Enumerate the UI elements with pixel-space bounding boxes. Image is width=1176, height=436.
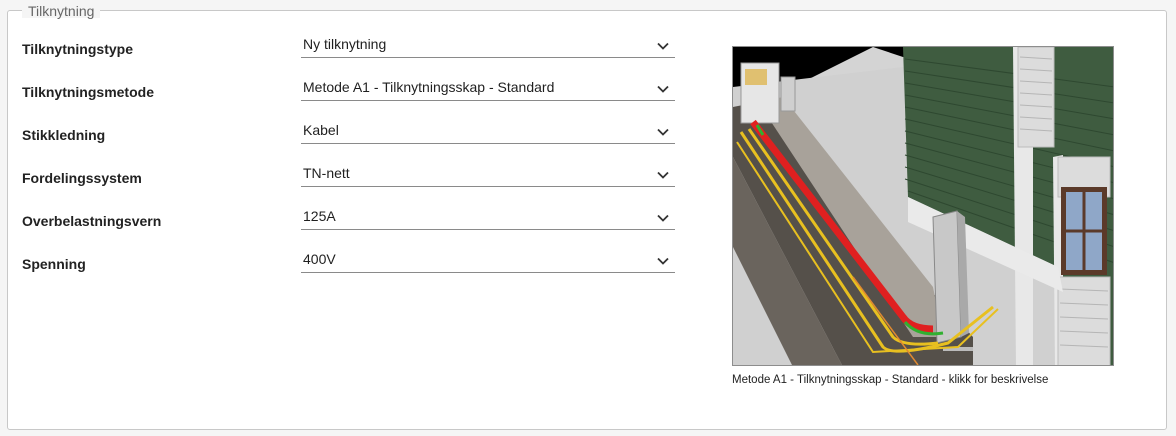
field-spenning: Spenning 400V: [22, 246, 682, 276]
stikkledning-select[interactable]: Kabel: [301, 117, 675, 144]
chevron-down-icon: [657, 42, 669, 50]
connection-method-illustration[interactable]: [732, 46, 1114, 366]
chevron-down-icon: [657, 85, 669, 93]
illustration-graphic: [733, 47, 1113, 365]
chevron-down-icon: [657, 128, 669, 136]
field-tilknytningsmetode: Tilknytningsmetode Metode A1 - Tilknytni…: [22, 74, 682, 104]
fordelingssystem-select[interactable]: TN-nett: [301, 160, 675, 187]
select-value: Ny tilknytning: [303, 36, 387, 52]
field-label: Tilknytningstype: [22, 41, 133, 57]
field-stikkledning: Stikkledning Kabel: [22, 117, 682, 147]
field-tilknytningstype: Tilknytningstype Ny tilknytning: [22, 31, 682, 61]
field-fordelingssystem: Fordelingssystem TN-nett: [22, 160, 682, 190]
select-value: Kabel: [303, 122, 339, 138]
tilknytningsmetode-select[interactable]: Metode A1 - Tilknytningsskap - Standard: [301, 74, 675, 101]
illustration-caption[interactable]: Metode A1 - Tilknytningsskap - Standard …: [732, 374, 1048, 386]
field-label: Overbelastningsvern: [22, 213, 162, 229]
select-value: 125A: [303, 208, 336, 224]
chevron-down-icon: [657, 257, 669, 265]
field-overbelastningsvern: Overbelastningsvern 125A: [22, 203, 682, 233]
chevron-down-icon: [657, 214, 669, 222]
spenning-select[interactable]: 400V: [301, 246, 675, 273]
tilknytning-section: Tilknytning Tilknytningstype Ny tilknytn…: [7, 4, 1167, 430]
field-label: Fordelingssystem: [22, 170, 142, 186]
overbelastningsvern-select[interactable]: 125A: [301, 203, 675, 230]
section-title: Tilknytning: [22, 4, 101, 18]
select-value: 400V: [303, 251, 336, 267]
field-label: Spenning: [22, 256, 86, 272]
select-value: TN-nett: [303, 165, 350, 181]
tilknytningstype-select[interactable]: Ny tilknytning: [301, 31, 675, 58]
field-label: Stikkledning: [22, 127, 106, 143]
field-label: Tilknytningsmetode: [22, 84, 154, 100]
select-value: Metode A1 - Tilknytningsskap - Standard: [303, 79, 555, 95]
chevron-down-icon: [657, 171, 669, 179]
